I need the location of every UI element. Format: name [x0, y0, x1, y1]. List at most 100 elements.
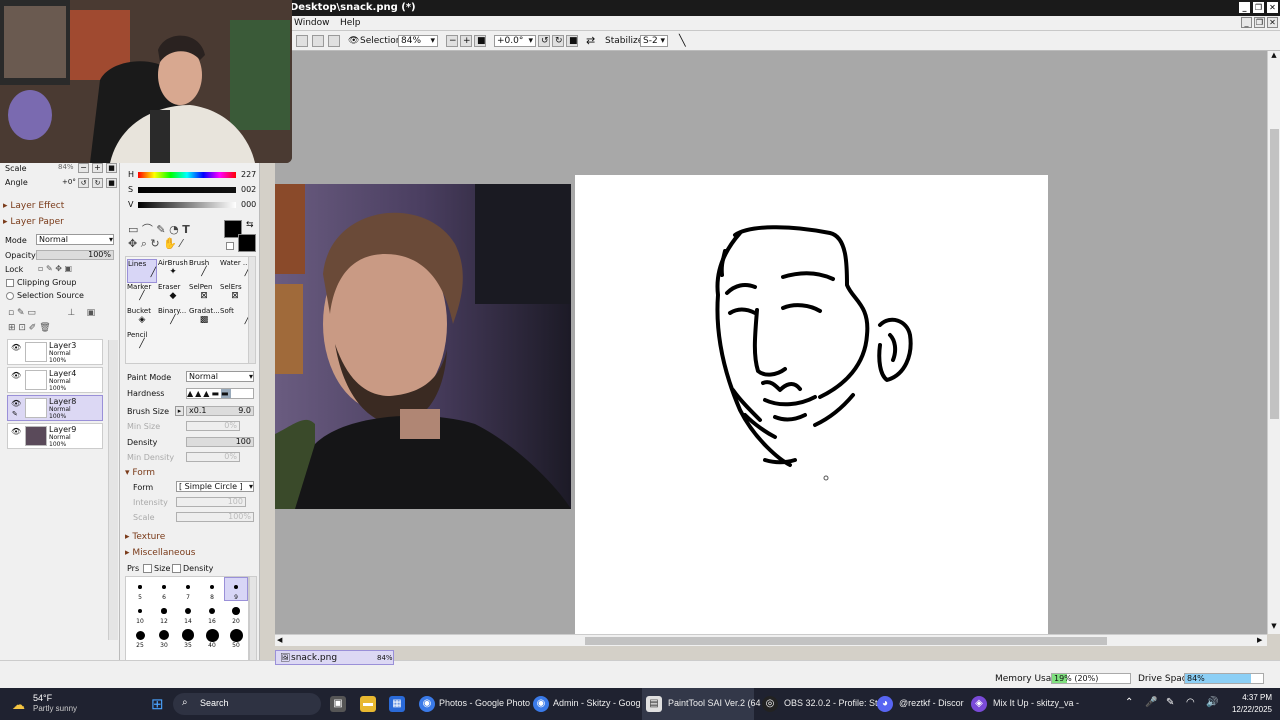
vertical-scrollbar[interactable]: ▲ ▼ — [1267, 51, 1280, 634]
min-size-slider[interactable]: 0% — [186, 421, 240, 431]
menu-help[interactable]: Help — [340, 18, 361, 28]
tool-selers[interactable]: SelErs ⊠ — [220, 283, 250, 307]
brush-size-option[interactable] — [158, 629, 170, 641]
tool-marker[interactable]: Marker ╱ — [127, 283, 157, 307]
tool-eraser[interactable]: Eraser ◆ — [158, 283, 188, 307]
nav-zoom-reset-button[interactable]: ■ — [106, 163, 117, 173]
nav-rotate-reset-button[interactable]: ■ — [106, 178, 117, 188]
intensity-slider[interactable]: 100 — [176, 497, 246, 507]
search-box[interactable]: ⌕ Search — [173, 693, 321, 715]
selection-label[interactable]: Selection — [360, 36, 401, 46]
nav-zoom-out-button[interactable]: − — [78, 163, 89, 173]
mixitup-icon[interactable]: ◈ — [971, 696, 987, 712]
eye-icon[interactable]: 👁 — [11, 343, 21, 352]
layer-item-selected[interactable]: 👁 ✎ Layer8 Normal 100% — [7, 395, 103, 421]
weather-desc[interactable]: Partly sunny — [33, 704, 77, 713]
tool-watercolor[interactable]: Water ...╱ — [220, 259, 250, 283]
mdi-minimize-button[interactable]: _ — [1241, 17, 1252, 28]
minimize-button[interactable]: _ — [1239, 2, 1250, 13]
tool-soft[interactable]: Soft╱ — [220, 307, 250, 331]
file-explorer-icon[interactable]: ▬ — [360, 696, 376, 712]
obs-icon[interactable]: ◎ — [762, 696, 778, 712]
layer-item[interactable]: 👁 Layer4 Normal 100% — [7, 367, 103, 393]
flip-icon[interactable]: ⇄ — [586, 34, 595, 47]
eye-icon[interactable]: 👁 — [11, 399, 21, 408]
misc-section[interactable]: ▸ Miscellaneous — [125, 548, 196, 558]
layer-paper-section[interactable]: ▸ Layer Paper — [3, 217, 64, 227]
restore-button[interactable]: ❐ — [1253, 2, 1264, 13]
min-density-slider[interactable]: 0% — [186, 452, 240, 462]
brush-size-option[interactable] — [229, 628, 243, 642]
brush-size-option[interactable] — [182, 629, 194, 641]
drawing-paper[interactable] — [575, 175, 1048, 635]
vertical-scroll-thumb[interactable] — [1270, 129, 1279, 419]
weather-temp[interactable]: 54°F — [33, 693, 52, 703]
zoom-reset-button[interactable]: ■ — [474, 35, 486, 47]
brush-size-option[interactable] — [162, 585, 166, 589]
scroll-down-icon[interactable]: ▼ — [1269, 622, 1279, 632]
menu-window[interactable]: Window — [294, 18, 330, 28]
eye-icon[interactable]: 👁 — [11, 371, 21, 380]
mdi-close-button[interactable]: ✕ — [1267, 17, 1278, 28]
tool-lines[interactable]: Lines ╱ — [127, 259, 157, 283]
rotate-right-button[interactable]: ↻ — [552, 35, 564, 47]
taskbar-app-photos[interactable]: Photos - Google Photo — [439, 698, 530, 708]
brush-size-option[interactable] — [186, 585, 190, 589]
chrome-icon[interactable]: ◉ — [419, 696, 435, 712]
horizontal-scroll-thumb[interactable] — [585, 637, 1107, 645]
microphone-icon[interactable]: 🎤 — [1145, 697, 1157, 708]
lock-icons[interactable]: ▫ ✎ ✥ ▣ — [38, 264, 72, 273]
close-button[interactable]: ✕ — [1267, 2, 1278, 13]
quick-tool-icons-row1[interactable]: ▭ ⌒ ✎ ◔ T — [128, 221, 190, 237]
layer-action-icons-row2[interactable]: ⊞ ⊡ ✐ 🗑 — [8, 323, 51, 333]
blend-mode-select[interactable]: Normal ▾ — [36, 234, 114, 245]
mdi-restore-button[interactable]: ❐ — [1254, 17, 1265, 28]
tool-binary[interactable]: Binary... ╱ — [158, 307, 188, 331]
quick-tool-icons-row2[interactable]: ✥ ⌕ ↻ ✋ ⁄ — [128, 237, 182, 251]
brush-size-option[interactable] — [138, 585, 142, 589]
task-view-icon[interactable]: ▣ — [330, 696, 346, 712]
brush-size-slider[interactable]: x0.1 9.0 — [186, 406, 254, 416]
brush-size-option[interactable] — [208, 607, 216, 615]
hue-slider[interactable] — [138, 172, 236, 178]
nav-zoom-in-button[interactable]: + — [92, 163, 103, 173]
brush-size-option[interactable] — [232, 607, 240, 615]
transparent-color-swatch[interactable] — [226, 242, 234, 250]
layer-action-icons-row1[interactable]: ▫ ✎ ▭ ⊥ ▣ — [8, 308, 95, 318]
tool-gradation[interactable]: Gradat... ▩ — [189, 307, 220, 331]
painttool-sai-icon[interactable]: ▤ — [646, 696, 662, 712]
taskbar-app-discord[interactable]: @reztkf - Discor — [899, 698, 964, 708]
selection-toggle-icon[interactable]: 👁 — [348, 36, 359, 46]
scroll-up-icon[interactable]: ▲ — [1269, 51, 1279, 61]
taskbar-app-admin[interactable]: Admin - Skitzy - Goog — [553, 698, 641, 708]
stabilizer-select[interactable]: S-2 ▾ — [640, 35, 668, 47]
brush-size-step-button[interactable]: ▸ — [175, 406, 184, 416]
layer-effect-section[interactable]: ▸ Layer Effect — [3, 201, 64, 211]
paint-mode-select[interactable]: Normal ▾ — [186, 371, 254, 382]
background-color-swatch[interactable] — [238, 234, 256, 252]
nav-rotate-right-button[interactable]: ↻ — [92, 178, 103, 188]
line-tool-icon[interactable]: ╲ — [679, 34, 686, 47]
scroll-right-icon[interactable]: ▶ — [1257, 636, 1262, 644]
brush-size-option[interactable] — [185, 608, 191, 614]
taskbar-date[interactable]: 12/22/2025 — [1222, 705, 1272, 714]
pen-icon[interactable]: ✎ — [1166, 697, 1174, 708]
tool-selpen[interactable]: SelPen ⊠ — [189, 283, 219, 307]
form-section[interactable]: ▾ Form — [125, 468, 155, 478]
eye-icon[interactable]: 👁 — [11, 427, 21, 436]
brush-size-option[interactable] — [209, 584, 215, 590]
rotate-reset-button[interactable]: ■ — [566, 35, 578, 47]
document-tab[interactable]: 🖼 snack.png 84% — [275, 650, 394, 665]
taskbar-app-painttool[interactable]: PaintTool SAI Ver.2 (64 — [668, 698, 761, 708]
zoom-in-button[interactable]: + — [460, 35, 472, 47]
rotate-left-button[interactable]: ↺ — [538, 35, 550, 47]
nav-rotate-left-button[interactable]: ↺ — [78, 178, 89, 188]
discord-icon[interactable]: ◕ — [877, 696, 893, 712]
prs-size-checkbox[interactable] — [143, 564, 152, 573]
store-icon[interactable]: ▦ — [389, 696, 405, 712]
zoom-out-button[interactable]: − — [446, 35, 458, 47]
chrome-icon[interactable]: ◉ — [533, 696, 549, 712]
wifi-icon[interactable]: ◠ — [1186, 697, 1195, 708]
form-scale-slider[interactable]: 100% — [176, 512, 254, 522]
value-slider[interactable] — [138, 202, 236, 208]
